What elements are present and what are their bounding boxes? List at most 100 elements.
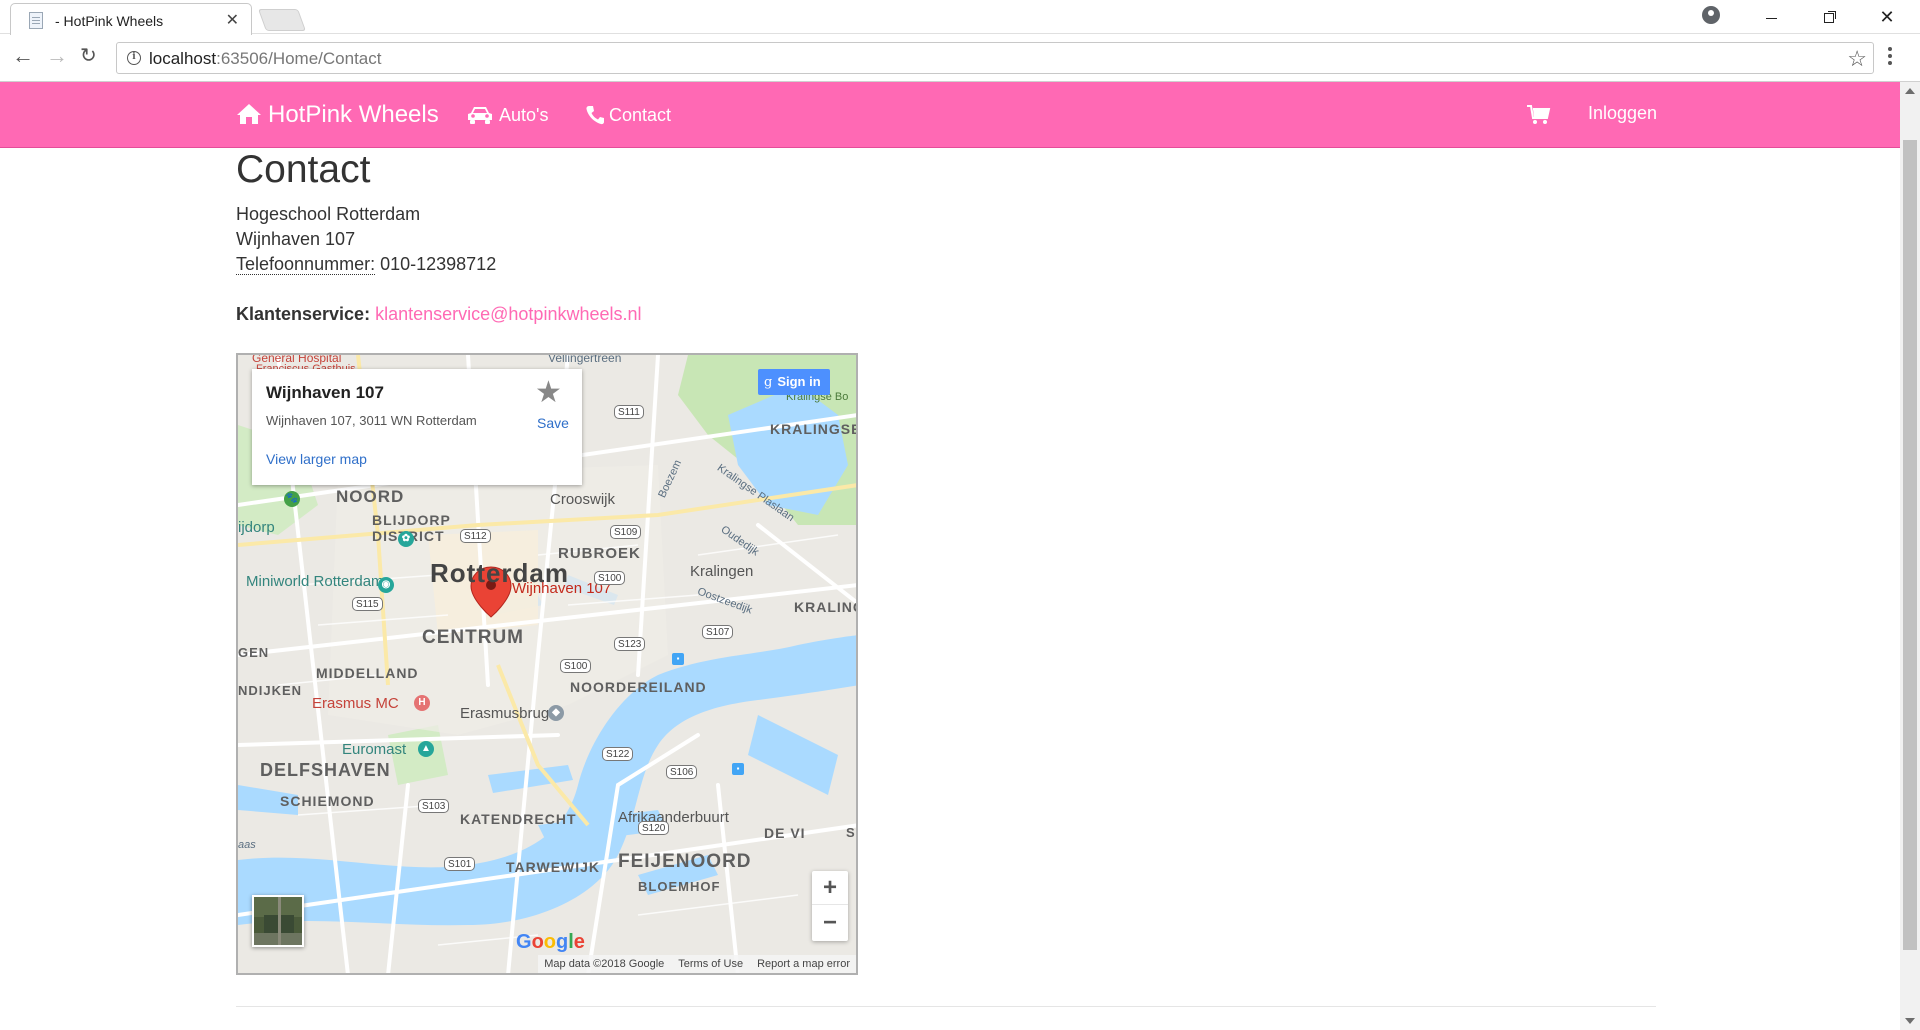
zoom-out-button[interactable]: − — [812, 906, 848, 940]
forward-arrow-icon[interactable]: → — [46, 45, 68, 67]
map-label-s: S — [846, 825, 856, 840]
tab-close-icon[interactable]: ✕ — [226, 10, 239, 30]
phone-icon — [586, 106, 604, 125]
report-map-error-link[interactable]: Report a map error — [757, 958, 850, 970]
reload-icon[interactable]: ↻ — [80, 45, 97, 67]
restore-button[interactable] — [1806, 2, 1852, 32]
map-label-kralingse: KRALINGSE — [770, 421, 858, 437]
map-label-crooswijk: Crooswijk — [550, 491, 616, 508]
service-label: Klantenservice: — [236, 304, 371, 324]
tab-title: - HotPink Wheels — [55, 13, 164, 29]
scrollbar-thumb[interactable] — [1903, 140, 1917, 950]
map-label-noord: NOORD — [336, 487, 405, 506]
transit-icon: ▪ — [732, 763, 744, 775]
road-shield: S106 — [666, 765, 698, 779]
map-label-katendrecht: KATENDRECHT — [460, 811, 577, 827]
map-label-schiemond: SCHIEMOND — [280, 793, 375, 809]
browser-menu-icon[interactable] — [1888, 44, 1892, 68]
browser-toolbar: ← → ↻ i localhost:63506/Home/Contact ☆ — [0, 35, 1920, 82]
shopping-cart-icon — [1527, 105, 1551, 124]
info-icon[interactable]: i — [127, 51, 141, 65]
save-button[interactable]: Save — [537, 415, 569, 431]
home-icon — [237, 104, 261, 124]
map-label-ijdorp: ijdorp — [238, 519, 275, 536]
bookmark-star-icon[interactable]: ☆ — [1847, 46, 1867, 72]
road-shield: S100 — [560, 659, 592, 673]
attraction-icon: ◉ — [378, 577, 394, 593]
site-navbar: HotPink Wheels Auto's Contact Inloggen — [0, 82, 1900, 148]
customer-service-line: Klantenservice: klantenservice@hotpinkwh… — [236, 304, 642, 325]
map-label-noordereiland: NOORDEREILAND — [570, 679, 707, 695]
close-window-button[interactable]: ✕ — [1864, 2, 1910, 32]
minimize-button[interactable] — [1748, 2, 1794, 32]
page-scrollbar[interactable] — [1900, 82, 1920, 1030]
nav-contact[interactable]: Contact — [586, 105, 671, 126]
zoom-control: + − — [812, 871, 848, 941]
map-label-middelland: MIDDELLAND — [316, 665, 419, 681]
map-label-aas: aas — [238, 839, 256, 851]
map-label-kralingen: Kralingen — [690, 563, 754, 580]
google-logo: Google — [516, 931, 585, 953]
map-label-bloemhof: BLOEMHOF — [638, 879, 721, 894]
terms-of-use-link[interactable]: Terms of Use — [678, 958, 743, 970]
scroll-down-arrow-icon[interactable] — [1905, 1018, 1915, 1024]
landmark-icon: ◆ — [548, 705, 564, 721]
road-shield: S109 — [610, 525, 642, 539]
car-icon — [468, 107, 492, 124]
map-label-feijenoord: FEIJENOORD — [618, 851, 752, 872]
brand-link[interactable]: HotPink Wheels — [236, 101, 439, 129]
zoo-icon: 🐾 — [284, 491, 300, 507]
tower-icon: ▲ — [418, 741, 434, 757]
page-icon — [29, 12, 43, 29]
phone-line: Telefoonnummer: 010-12398712 — [236, 254, 496, 275]
map-label-centrum: CENTRUM — [422, 627, 524, 648]
map-label-vellingertreen: Vellingertreen — [548, 353, 622, 365]
scroll-up-arrow-icon[interactable] — [1905, 88, 1915, 94]
view-larger-map-link[interactable]: View larger map — [266, 451, 367, 467]
map-label-miniworld: Miniworld Rotterdam — [246, 573, 384, 590]
map-label-delfshaven: DELFSHAVEN — [260, 760, 391, 780]
place-address: Wijnhaven 107, 3011 WN Rotterdam — [266, 413, 477, 428]
map-label-kraling: KRALING — [794, 599, 858, 615]
map-label-erasmusbrug: Erasmusbrug — [460, 705, 550, 722]
phone-label: Telefoonnummer: — [236, 254, 376, 275]
road-shield: S107 — [702, 625, 734, 639]
google-g-icon: g — [764, 375, 773, 390]
road-shield: S100 — [594, 571, 626, 585]
zoom-in-button[interactable]: + — [812, 871, 848, 905]
profile-icon[interactable] — [1702, 6, 1720, 24]
map-label-tarwewijk: TARWEWIJK — [506, 859, 601, 875]
url-text[interactable]: localhost:63506/Home/Contact — [149, 49, 382, 69]
place-info-card: Wijnhaven 107 Wijnhaven 107, 3011 WN Rot… — [252, 369, 582, 485]
map-label-ndijken: NDIJKEN — [238, 683, 303, 698]
cart-link[interactable] — [1527, 104, 1551, 131]
park-icon: ✿ — [398, 531, 414, 547]
transit-icon: ▪ — [672, 653, 684, 665]
map-label-de-vi: DE VI — [764, 825, 806, 841]
footer-divider — [236, 1006, 1656, 1007]
road-shield: S120 — [638, 821, 670, 835]
nav-autos[interactable]: Auto's — [466, 105, 548, 126]
page-title: Contact — [236, 148, 371, 191]
back-arrow-icon[interactable]: ← — [12, 45, 34, 67]
new-tab-button[interactable] — [257, 9, 307, 31]
road-shield: S115 — [352, 597, 383, 611]
map-data-credit: Map data ©2018 Google — [544, 958, 665, 970]
service-email-link[interactable]: klantenservice@hotpinkwheels.nl — [375, 304, 641, 324]
browser-tab[interactable]: - HotPink Wheels ✕ — [10, 3, 252, 35]
map-label-blijdorp: BLIJDORP — [372, 512, 451, 528]
login-link[interactable]: Inloggen — [1588, 103, 1657, 124]
map-label-rubroek: RUBROEK — [558, 545, 641, 562]
address-bar[interactable]: i localhost:63506/Home/Contact ☆ — [116, 42, 1874, 74]
address-street: Wijnhaven 107 — [236, 229, 356, 249]
hospital-icon: H — [414, 695, 430, 711]
google-map[interactable]: General Hospital Franciscus Gasthuis Vel… — [236, 353, 858, 975]
save-star-icon[interactable]: ★ — [535, 375, 562, 410]
satellite-toggle-button[interactable] — [252, 895, 304, 947]
map-label-gen: GEN — [238, 645, 270, 660]
google-sign-in-button[interactable]: g Sign in — [758, 369, 830, 395]
phone-number: 010-12398712 — [380, 254, 497, 274]
browser-tabstrip: - HotPink Wheels ✕ ✕ — [0, 0, 1920, 35]
map-label-erasmus-mc: Erasmus MC — [312, 695, 399, 712]
place-name: Wijnhaven 107 — [266, 383, 384, 402]
